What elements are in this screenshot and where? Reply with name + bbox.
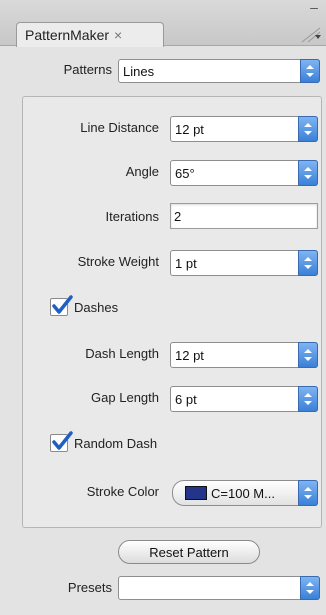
presets-select[interactable] [118, 576, 320, 600]
stroke-color-value: C=100 M... [211, 485, 275, 501]
patterns-select[interactable]: Lines [118, 59, 320, 83]
minimize-icon[interactable]: – [306, 0, 322, 14]
tab-title: PatternMaker [25, 27, 110, 43]
updown-arrow-icon[interactable] [298, 342, 318, 368]
line-distance-combo[interactable]: 12 pt [170, 116, 318, 142]
reset-pattern-button[interactable]: Reset Pattern [118, 540, 260, 564]
updown-arrow-icon[interactable] [298, 160, 318, 186]
gap-length-combo[interactable]: 6 pt [170, 386, 318, 412]
stroke-color-label: Stroke Color [86, 484, 159, 499]
patterns-value: Lines [123, 63, 155, 79]
patterns-label: Patterns [63, 62, 112, 77]
panel-titlebar: PatternMaker × – [0, 0, 326, 47]
presets-label: Presets [67, 580, 112, 595]
iterations-label: Iterations [105, 209, 159, 224]
panel-menu-icon[interactable] [300, 24, 324, 44]
close-icon[interactable]: × [114, 27, 122, 43]
stroke-color-select[interactable]: C=100 M... [172, 480, 318, 506]
line-distance-label: Line Distance [80, 120, 159, 135]
angle-label: Angle [125, 164, 159, 179]
patternmaker-panel: PatternMaker × – Patterns Lines Line Dis… [0, 0, 326, 615]
updown-arrow-icon[interactable] [300, 576, 320, 600]
dashes-label: Dashes [74, 300, 119, 315]
line-distance-value: 12 pt [175, 121, 204, 137]
random-dash-label: Random Dash [74, 436, 158, 451]
stroke-weight-label: Stroke Weight [77, 254, 159, 269]
dashes-checkbox[interactable] [50, 295, 73, 316]
angle-value: 65° [175, 165, 195, 181]
stroke-weight-combo[interactable]: 1 pt [170, 250, 318, 276]
updown-arrow-icon[interactable] [298, 250, 318, 276]
angle-combo[interactable]: 65° [170, 160, 318, 186]
dash-length-label: Dash Length [85, 346, 159, 361]
tab-patternmaker[interactable]: PatternMaker × [16, 22, 164, 47]
random-dash-checkbox[interactable] [50, 431, 73, 452]
checkmark-icon [52, 431, 73, 450]
checkmark-icon [52, 295, 73, 314]
updown-arrow-icon[interactable] [298, 480, 318, 506]
updown-arrow-icon[interactable] [298, 386, 318, 412]
dash-length-combo[interactable]: 12 pt [170, 342, 318, 368]
updown-arrow-icon[interactable] [298, 116, 318, 142]
stroke-weight-value: 1 pt [175, 255, 197, 271]
color-swatch [185, 486, 207, 500]
dash-length-value: 12 pt [175, 347, 204, 363]
gap-length-value: 6 pt [175, 391, 197, 407]
updown-arrow-icon[interactable] [300, 59, 320, 83]
iterations-input[interactable]: 2 [170, 203, 318, 229]
gap-length-label: Gap Length [91, 390, 159, 405]
